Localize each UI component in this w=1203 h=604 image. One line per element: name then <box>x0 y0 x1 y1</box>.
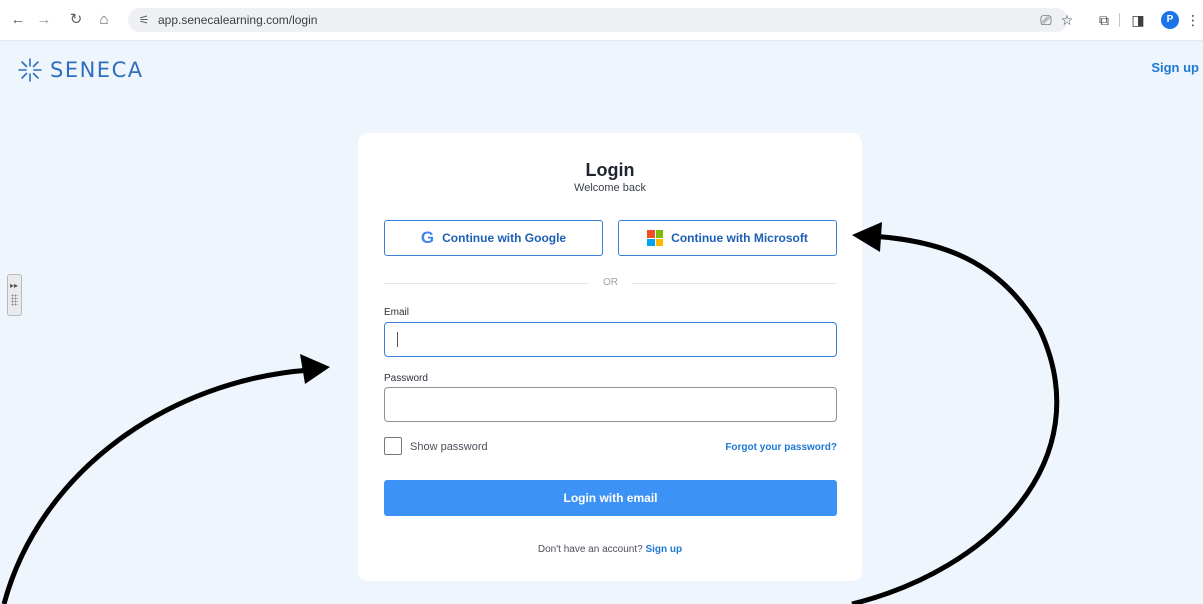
logo-text: SENECA <box>50 58 144 82</box>
profile-avatar[interactable]: P <box>1161 11 1179 29</box>
show-password-label[interactable]: Show password <box>410 441 488 453</box>
signup-prompt-text: Don't have an account? <box>537 544 643 555</box>
arrow-to-email <box>1 367 311 604</box>
microsoft-button-label: Continue with Microsoft <box>671 231 808 245</box>
login-with-email-button[interactable]: Login with email <box>384 480 837 516</box>
signup-prompt: Don't have an account? Sign up <box>358 544 862 555</box>
divider-line-right <box>632 283 837 284</box>
seneca-star-icon <box>18 58 42 82</box>
page-title: Login <box>585 160 635 180</box>
forward-icon[interactable]: → <box>34 10 54 30</box>
side-panel-handle[interactable]: ▸▸ <box>7 274 22 316</box>
grip-icon <box>11 294 18 306</box>
side-panel-icon[interactable]: ◨ <box>1128 10 1148 30</box>
footer-signup-link[interactable]: Sign up <box>645 544 682 555</box>
back-icon[interactable]: ← <box>8 10 28 30</box>
toolbar-divider <box>1119 13 1120 27</box>
google-button-label: Continue with Google <box>442 231 567 245</box>
arrow-head-email <box>300 354 330 384</box>
arrow-to-microsoft <box>851 233 1060 604</box>
url-text: app.senecalearning.com/login <box>158 13 318 27</box>
address-bar[interactable]: ⚟ app.senecalearning.com/login <box>128 8 1068 32</box>
email-label: Email <box>384 307 410 318</box>
install-app-icon[interactable]: ⎚ <box>1036 10 1056 30</box>
bookmark-star-icon[interactable]: ☆ <box>1057 10 1077 30</box>
home-icon[interactable]: ⌂ <box>94 10 114 30</box>
login-card: Login Welcome back G Continue with Googl… <box>358 133 862 581</box>
microsoft-login-button[interactable]: Continue with Microsoft <box>618 220 837 256</box>
password-label: Password <box>384 373 428 384</box>
expand-icon: ▸▸ <box>10 281 19 290</box>
page-subtitle: Welcome back <box>574 182 646 194</box>
reload-icon[interactable]: ↻ <box>66 10 86 30</box>
browser-menu-icon[interactable]: ⋮ <box>1183 10 1203 30</box>
seneca-logo[interactable]: SENECA <box>18 52 144 88</box>
or-divider: OR <box>384 276 837 290</box>
google-icon: G <box>420 228 435 247</box>
extensions-icon[interactable]: ⧉ <box>1094 10 1114 30</box>
header-signup-link[interactable]: Sign up <box>1151 60 1199 75</box>
text-caret <box>397 332 398 347</box>
password-field[interactable] <box>384 387 837 422</box>
site-settings-icon[interactable]: ⚟ <box>136 12 152 28</box>
google-login-button[interactable]: G Continue with Google <box>384 220 603 256</box>
email-field[interactable] <box>384 322 837 357</box>
show-password-checkbox[interactable] <box>384 437 402 455</box>
forgot-password-link[interactable]: Forgot your password? <box>725 442 837 453</box>
microsoft-icon <box>647 230 664 246</box>
browser-toolbar: ← → ↻ ⌂ ⚟ app.senecalearning.com/login ⎚… <box>0 0 1203 41</box>
